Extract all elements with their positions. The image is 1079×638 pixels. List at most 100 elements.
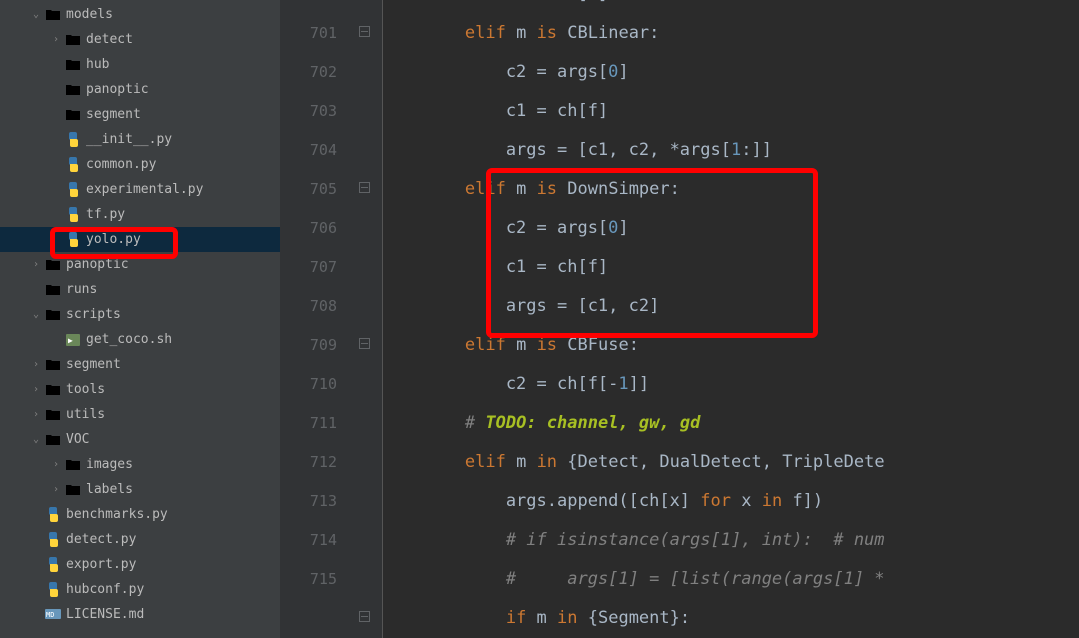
line-number: 711: [280, 404, 337, 443]
tree-item-segment[interactable]: ›segment: [0, 352, 280, 377]
tree-label: utils: [66, 407, 105, 422]
folder-icon: [44, 9, 62, 21]
tree-item-runs[interactable]: runs: [0, 277, 280, 302]
code-line[interactable]: elif m is CBLinear:: [383, 14, 1079, 53]
folder-icon: [44, 409, 62, 421]
fold-toggle-icon[interactable]: [359, 338, 370, 352]
fold-toggle-icon[interactable]: [359, 26, 370, 40]
tree-item-segment[interactable]: segment: [0, 102, 280, 127]
tree-label: segment: [86, 107, 141, 122]
folder-icon: [44, 284, 62, 296]
tree-label: benchmarks.py: [66, 507, 168, 522]
line-number: 710: [280, 365, 337, 404]
tree-label: scripts: [66, 307, 121, 322]
tree-item-export-py[interactable]: export.py: [0, 552, 280, 577]
code-line[interactable]: elif m is CBFuse:: [383, 326, 1079, 365]
file-tree-sidebar[interactable]: ⌄models›detect hub panoptic segment __init__…: [0, 0, 280, 638]
tree-item-models[interactable]: ⌄models: [0, 2, 280, 27]
code-area[interactable]: c2 = ch[f] * 4 elif m is CBLinear: c2 = …: [383, 0, 1079, 638]
tree-label: export.py: [66, 557, 136, 572]
folder-icon: [64, 484, 82, 496]
code-line[interactable]: c2 = ch[f] * 4: [383, 0, 1079, 14]
code-line[interactable]: c1 = ch[f]: [383, 248, 1079, 287]
python-file-icon: [64, 232, 82, 247]
folder-icon: [44, 434, 62, 446]
tree-item-get-coco-sh[interactable]: ▶ get_coco.sh: [0, 327, 280, 352]
chevron-down-icon[interactable]: ⌄: [28, 434, 44, 445]
tree-item-benchmarks-py[interactable]: benchmarks.py: [0, 502, 280, 527]
fold-column[interactable]: [355, 0, 383, 638]
line-number: 712: [280, 443, 337, 482]
code-line[interactable]: if m in {Segment}:: [383, 599, 1079, 638]
tree-label: common.py: [86, 157, 156, 172]
tree-label: hubconf.py: [66, 582, 144, 597]
chevron-right-icon[interactable]: ›: [48, 484, 64, 495]
tree-label: labels: [86, 482, 133, 497]
chevron-right-icon[interactable]: ›: [28, 409, 44, 420]
tree-item-tools[interactable]: ›tools: [0, 377, 280, 402]
code-line[interactable]: c2 = ch[f[-1]]: [383, 365, 1079, 404]
tree-label: VOC: [66, 432, 89, 447]
tree-item-panoptic[interactable]: › panoptic: [0, 252, 280, 277]
tree-item-utils[interactable]: › utils: [0, 402, 280, 427]
tree-label: get_coco.sh: [86, 332, 172, 347]
code-line[interactable]: # TODO: channel, gw, gd: [383, 404, 1079, 443]
tree-item-labels[interactable]: › labels: [0, 477, 280, 502]
line-number: 705: [280, 170, 337, 209]
code-line[interactable]: c2 = args[0]: [383, 209, 1079, 248]
chevron-down-icon[interactable]: ⌄: [28, 309, 44, 320]
chevron-right-icon[interactable]: ›: [48, 459, 64, 470]
tree-item-voc[interactable]: ⌄ VOC: [0, 427, 280, 452]
code-line[interactable]: args = [c1, c2]: [383, 287, 1079, 326]
code-line[interactable]: # args[1] = [list(range(args[1] *: [383, 560, 1079, 599]
tree-label: hub: [86, 57, 109, 72]
tree-item-detect-py[interactable]: detect.py: [0, 527, 280, 552]
python-file-icon: [44, 557, 62, 572]
tree-item-panoptic[interactable]: panoptic: [0, 77, 280, 102]
tree-item-hub[interactable]: hub: [0, 52, 280, 77]
line-number: 708: [280, 287, 337, 326]
chevron-right-icon[interactable]: ›: [48, 34, 64, 45]
code-line[interactable]: elif m is DownSimper:: [383, 170, 1079, 209]
code-line[interactable]: elif m in {Detect, DualDetect, TripleDet…: [383, 443, 1079, 482]
code-line[interactable]: # if isinstance(args[1], int): # num: [383, 521, 1079, 560]
python-file-icon: [64, 207, 82, 222]
tree-item-experimental-py[interactable]: experimental.py: [0, 177, 280, 202]
tree-item-images[interactable]: ›images: [0, 452, 280, 477]
tree-item-common-py[interactable]: common.py: [0, 152, 280, 177]
python-file-icon: [64, 157, 82, 172]
tree-label: panoptic: [66, 257, 129, 272]
shell-file-icon: ▶: [64, 334, 82, 346]
tree-item-scripts[interactable]: ⌄ scripts: [0, 302, 280, 327]
line-number: 700: [280, 0, 337, 14]
chevron-down-icon[interactable]: ⌄: [28, 9, 44, 20]
tree-item-detect[interactable]: ›detect: [0, 27, 280, 52]
code-line[interactable]: c1 = ch[f]: [383, 92, 1079, 131]
tree-label: runs: [66, 282, 97, 297]
tree-item-license-md[interactable]: MDLICENSE.md: [0, 602, 280, 627]
chevron-right-icon[interactable]: ›: [28, 359, 44, 370]
code-line[interactable]: args.append([ch[x] for x in f]): [383, 482, 1079, 521]
line-number-gutter: 7007017027037047057067077087097107117127…: [280, 0, 355, 638]
tree-item-tf-py[interactable]: tf.py: [0, 202, 280, 227]
chevron-right-icon[interactable]: ›: [28, 384, 44, 395]
tree-item---init---py[interactable]: __init__.py: [0, 127, 280, 152]
fold-toggle-icon[interactable]: [359, 182, 370, 196]
folder-icon: [64, 109, 82, 121]
line-number: 703: [280, 92, 337, 131]
python-file-icon: [44, 507, 62, 522]
code-line[interactable]: args = [c1, c2, *args[1:]]: [383, 131, 1079, 170]
line-number: 715: [280, 560, 337, 599]
code-editor[interactable]: 7007017027037047057067077087097107117127…: [280, 0, 1079, 638]
line-number: 704: [280, 131, 337, 170]
fold-toggle-icon[interactable]: [359, 611, 370, 625]
tree-label: detect.py: [66, 532, 136, 547]
python-file-icon: [44, 532, 62, 547]
code-line[interactable]: c2 = args[0]: [383, 53, 1079, 92]
tree-item-hubconf-py[interactable]: hubconf.py: [0, 577, 280, 602]
line-number: 707: [280, 248, 337, 287]
chevron-right-icon[interactable]: ›: [28, 259, 44, 270]
tree-label: __init__.py: [86, 132, 172, 147]
tree-label: experimental.py: [86, 182, 203, 197]
tree-item-yolo-py[interactable]: yolo.py: [0, 227, 280, 252]
